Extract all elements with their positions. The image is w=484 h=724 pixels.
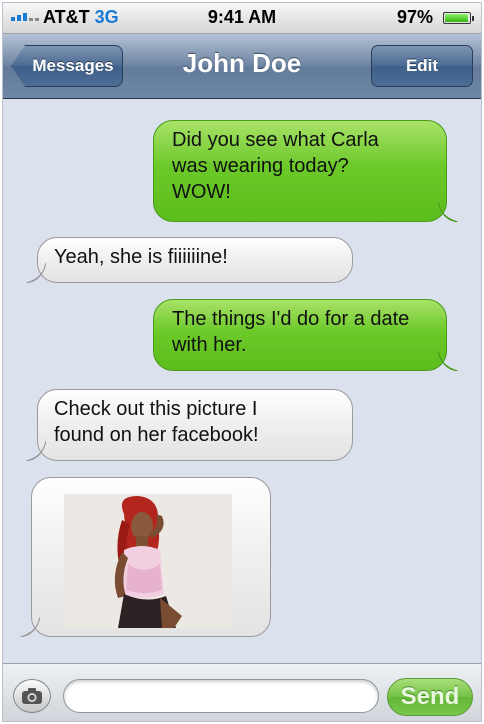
camera-icon (22, 688, 42, 704)
message-text: Yeah, she is fiiiiiine! (54, 246, 228, 268)
attached-photo[interactable] (64, 494, 232, 628)
bubble-tail-icon (26, 263, 46, 283)
photo-image (64, 494, 232, 628)
send-button[interactable]: Send (387, 678, 473, 716)
message-text: Check out this picture I found on her fa… (54, 398, 259, 446)
bubble-tail-icon (438, 351, 458, 371)
message-bubble-received[interactable]: Check out this picture I found on her fa… (26, 389, 353, 461)
message-input-bar: Send (3, 663, 481, 721)
edit-button[interactable]: Edit (371, 45, 473, 87)
battery-icon (443, 12, 474, 24)
conversation-title: John Doe (182, 48, 302, 78)
message-text-field[interactable] (63, 679, 379, 713)
messages-back-button[interactable]: Messages (11, 45, 123, 87)
status-bar: AT&T 3G 9:41 AM 97% (3, 3, 481, 34)
message-bubble-received[interactable]: Yeah, she is fiiiiiine! (26, 237, 353, 283)
battery-percent: 97% (396, 7, 433, 27)
bubble-tail-icon (438, 202, 458, 222)
camera-button[interactable] (13, 679, 51, 713)
message-bubble-sent[interactable]: The things I'd do for a date with her. (153, 299, 458, 371)
navigation-bar: Messages John Doe Edit (3, 34, 481, 99)
message-text: The things I'd do for a date with her. (172, 308, 410, 356)
phone-screen: AT&T 3G 9:41 AM 97% Messages John Doe Ed… (2, 2, 482, 722)
message-text: Did you see what Carla was wearing today… (172, 129, 379, 203)
battery-fill (445, 14, 469, 22)
bubble-tail-icon (20, 617, 40, 637)
photo-message-bubble[interactable] (20, 477, 271, 637)
message-bubble-sent[interactable]: Did you see what Carla was wearing today… (153, 120, 458, 222)
bubble-tail-icon (26, 441, 46, 461)
